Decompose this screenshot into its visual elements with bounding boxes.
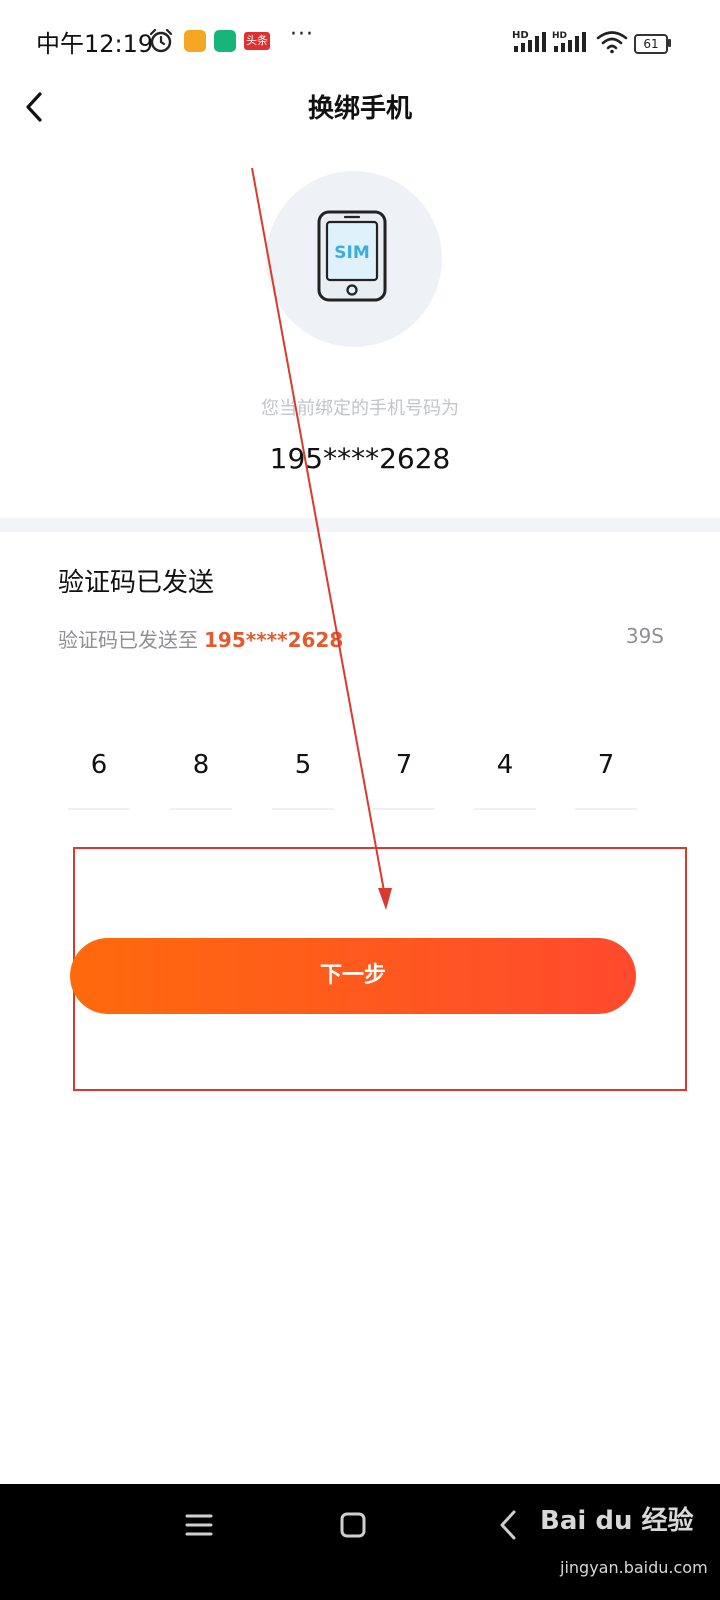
code-digit-value: 4 — [496, 750, 514, 780]
battery-tip — [668, 39, 671, 47]
status-time: 中午12:19 — [36, 30, 154, 58]
code-digit-value: 8 — [192, 750, 210, 780]
status-bar: 中午12:19 头条 ··· HD HD 61 — [0, 0, 720, 84]
code-sent-info: 验证码已发送至 195****2628 — [58, 624, 343, 653]
baidu-jingyan-watermark-logo: Bai du 经验 — [540, 1506, 694, 1536]
resend-countdown[interactable]: 39S — [626, 624, 664, 648]
code-digit-value: 6 — [90, 750, 108, 780]
hd-label: HD — [512, 30, 529, 41]
code-sent-number: 195****2628 — [204, 628, 344, 652]
verification-title: 验证码已发送 — [58, 568, 215, 598]
hd-label: HD — [552, 31, 567, 41]
code-sent-prefix: 验证码已发送至 — [58, 628, 198, 652]
signal-icon: HD — [512, 30, 548, 58]
more-notifications-icon: ··· — [290, 22, 314, 47]
battery-indicator: 61 — [634, 34, 668, 54]
section-divider — [0, 518, 720, 532]
home-icon[interactable] — [338, 1510, 368, 1540]
code-digit-value: 5 — [294, 750, 312, 780]
next-step-button[interactable]: 下一步 — [70, 938, 636, 1014]
code-digit-6[interactable]: 7 — [575, 740, 637, 810]
code-digit-value: 7 — [395, 750, 413, 780]
sim-phone-icon: SIM — [317, 210, 388, 302]
menu-icon[interactable] — [184, 1510, 214, 1540]
code-digit-3[interactable]: 5 — [272, 740, 334, 810]
code-digit-value: 7 — [597, 750, 615, 780]
bound-phone-label: 您当前绑定的手机号码为 — [261, 398, 459, 419]
security-app-icon — [214, 30, 236, 52]
code-digit-5[interactable]: 4 — [474, 740, 536, 810]
code-digit-4[interactable]: 7 — [373, 740, 435, 810]
baidu-jingyan-watermark-url: jingyan.baidu.com — [560, 1558, 708, 1577]
page-title: 换绑手机 — [307, 94, 412, 124]
sim-label: SIM — [334, 243, 370, 263]
bound-phone-number: 195****2628 — [269, 442, 451, 475]
nav-back-icon[interactable] — [494, 1508, 524, 1542]
code-digit-2[interactable]: 8 — [170, 740, 232, 810]
alarm-icon — [149, 28, 173, 53]
wifi-icon — [596, 31, 628, 54]
signal-icon: HD — [552, 30, 588, 58]
code-digit-1[interactable]: 6 — [68, 740, 130, 810]
notes-app-icon — [184, 30, 206, 52]
toutiao-app-icon: 头条 — [244, 32, 270, 50]
